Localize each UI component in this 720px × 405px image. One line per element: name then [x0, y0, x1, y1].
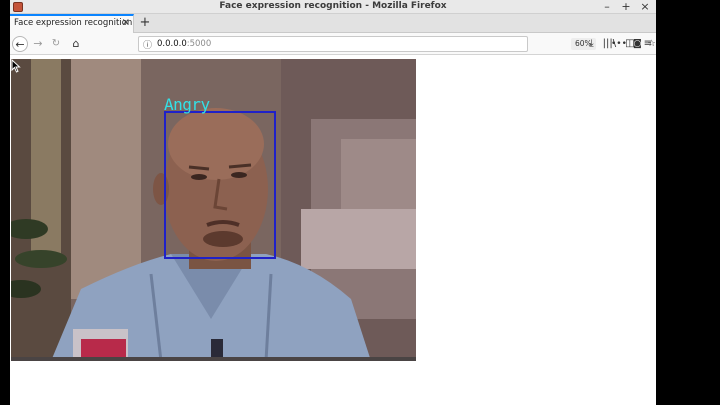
mouse-cursor-icon	[11, 59, 21, 73]
site-info-icon[interactable]: ⓘ	[143, 38, 152, 51]
hamburger-menu-icon[interactable]: ≡	[644, 36, 652, 52]
browser-window: Face expression recognition - Mozilla Fi…	[10, 0, 656, 405]
tab-label: Face expression recognition	[14, 18, 133, 28]
tab-close-icon[interactable]: ×	[122, 17, 130, 28]
sidebar-icon[interactable]: ◫	[625, 36, 634, 52]
back-button[interactable]: ←	[12, 36, 28, 52]
home-button[interactable]: ⌂	[68, 36, 84, 52]
navigation-toolbar: ← → ↻ ⌂ ⓘ 0.0.0.0:5000 60% ••• ◙ ☆ ⤓ |||…	[10, 33, 656, 55]
minimize-button[interactable]: –	[602, 0, 612, 14]
tab-bar: Face expression recognition × +	[10, 14, 656, 33]
url-text[interactable]: 0.0.0.0:5000	[157, 39, 211, 49]
new-tab-button[interactable]: +	[138, 14, 152, 32]
url-port: :5000	[186, 39, 212, 49]
url-host: 0.0.0.0	[157, 39, 187, 49]
url-bar[interactable]: ⓘ 0.0.0.0:5000 60% ••• ◙ ☆	[138, 36, 656, 52]
window-controls: – + ×	[602, 0, 650, 14]
reload-button[interactable]: ↻	[48, 36, 64, 52]
toolbar-right: ⤓ |||\ ◫ ≡	[589, 36, 652, 52]
title-bar: Face expression recognition - Mozilla Fi…	[10, 0, 656, 14]
close-window-button[interactable]: ×	[640, 0, 650, 14]
window-title: Face expression recognition - Mozilla Fi…	[219, 1, 447, 11]
page-content: Angry	[10, 56, 656, 405]
face-detection-box	[164, 111, 276, 259]
emotion-label: Angry	[164, 95, 210, 114]
downloads-icon[interactable]: ⤓	[589, 36, 593, 52]
maximize-button[interactable]: +	[621, 0, 631, 14]
video-stream: Angry	[11, 59, 416, 361]
forward-button[interactable]: →	[30, 36, 46, 52]
tab-face-expression[interactable]: Face expression recognition ×	[10, 14, 134, 33]
library-icon[interactable]: |||\	[603, 36, 616, 52]
